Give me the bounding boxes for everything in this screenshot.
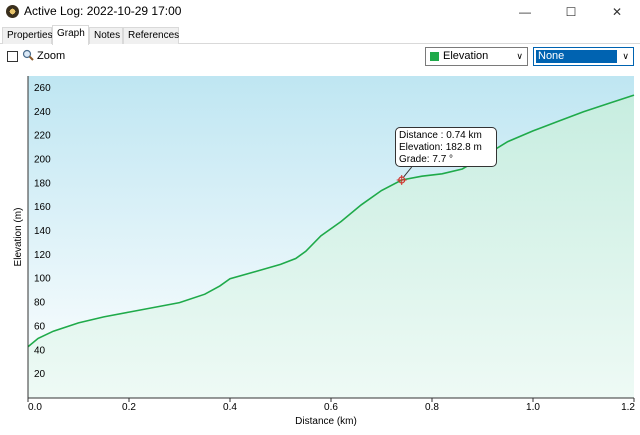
x-tick-label: 0.0 [28,402,42,413]
primary-select-value: Elevation [443,50,489,62]
active-log-window: Active Log: 2022-10-29 17:00 — ☐ ✕ Prope… [0,0,640,432]
secondary-select-value: None [536,50,617,63]
x-tick-label: 0.6 [324,402,338,413]
x-tick-label: 1.0 [526,402,540,413]
tab-references[interactable]: References [123,27,179,44]
primary-series-select[interactable]: Elevation ∨ [425,47,528,66]
x-axis-title: Distance (km) [295,416,357,427]
window-title: Active Log: 2022-10-29 17:00 [24,4,182,18]
y-tick-label: 80 [34,298,46,309]
elevation-chart-svg: 20 40 60 80 100 120 140 160 180 200 220 240 260 0.0 0… [13,76,635,427]
title-bar: Active Log: 2022-10-29 17:00 — ☐ ✕ [0,0,640,24]
zoom-checkbox[interactable] [7,51,18,62]
y-tick-label: 220 [34,131,51,142]
tab-properties[interactable]: Properties [2,27,53,44]
minimize-icon[interactable]: — [502,0,548,24]
magnifier-icon [22,49,34,61]
chevron-down-icon: ∨ [622,51,629,61]
app-logo-icon [6,5,19,18]
tab-graph[interactable]: Graph [52,25,89,45]
y-axis-title: Elevation (m) [13,208,24,267]
y-tick-label: 160 [34,202,51,213]
y-tick-label: 180 [34,178,51,189]
y-tick-label: 100 [34,274,51,285]
x-tick-label: 0.2 [122,402,136,413]
y-tick-label: 40 [34,345,46,356]
data-tooltip: Distance : 0.74 km Elevation: 182.8 m Gr… [395,127,497,167]
tooltip-distance: Distance : 0.74 km [399,130,482,141]
elevation-color-swatch [430,52,439,61]
maximize-icon[interactable]: ☐ [548,0,594,24]
tab-bar: Properties Graph Notes References [0,25,640,45]
tooltip-elevation: Elevation: 182.8 m [399,142,482,153]
y-tick-label: 200 [34,154,51,165]
elevation-chart[interactable]: 20 40 60 80 100 120 140 160 180 200 220 240 260 0.0 0… [0,70,640,432]
y-tick-label: 140 [34,226,51,237]
x-tick-label: 1.2 [621,402,635,413]
close-icon[interactable]: ✕ [594,0,640,24]
y-tick-label: 60 [34,321,46,332]
y-tick-label: 120 [34,250,51,261]
x-tick-label: 0.8 [425,402,439,413]
x-tick-label: 0.4 [223,402,237,413]
y-tick-label: 240 [34,107,51,118]
zoom-label: Zoom [37,50,66,62]
chevron-down-icon: ∨ [516,51,523,61]
secondary-series-select[interactable]: None ∨ [533,47,634,66]
y-tick-label: 20 [34,369,46,380]
tooltip-grade: Grade: 7.7 ° [399,154,454,165]
tab-notes[interactable]: Notes [89,27,123,44]
y-tick-label: 260 [34,83,51,94]
